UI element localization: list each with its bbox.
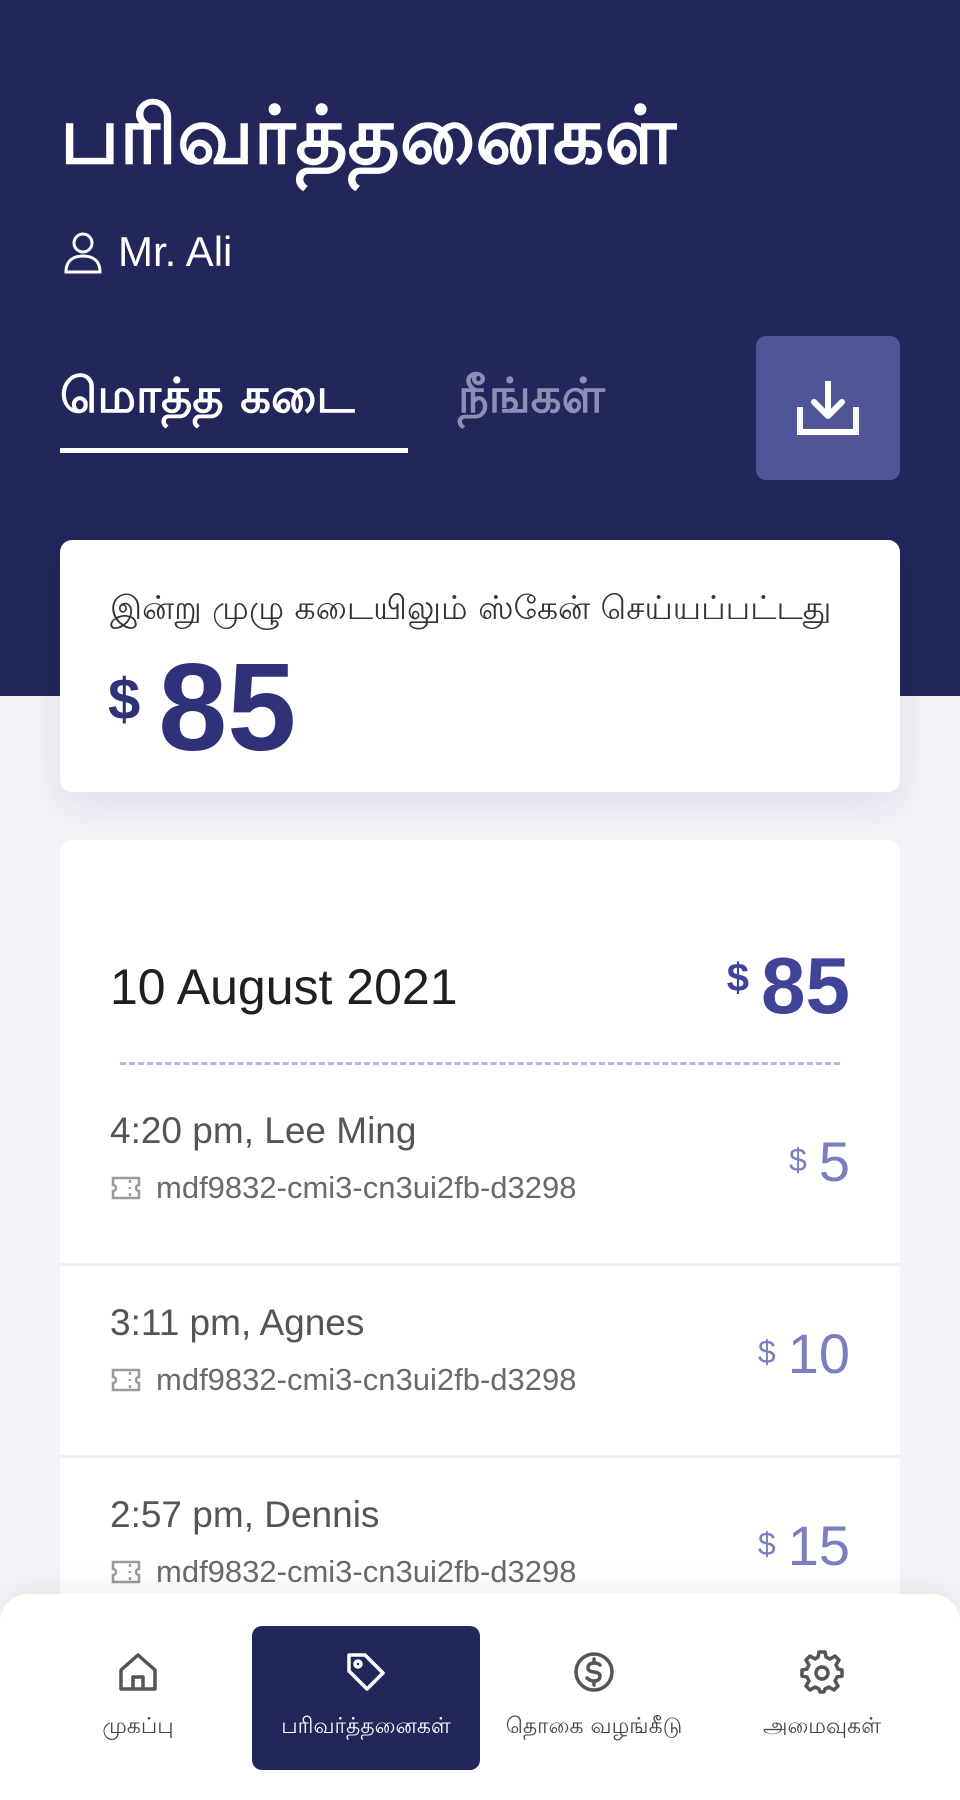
summary-amount: $ 85 (108, 646, 296, 770)
currency-symbol: $ (757, 1526, 776, 1562)
nav-item-home[interactable]: முகப்பு (24, 1626, 252, 1770)
transaction-amount: $ 10 (758, 1326, 850, 1382)
download-button[interactable] (756, 336, 900, 480)
nav-item-transactions[interactable]: பரிவர்த்தனைகள் (252, 1626, 480, 1770)
home-icon (119, 1653, 157, 1691)
transaction-title: 4:20 pm, Lee Ming (110, 1110, 417, 1151)
divider (120, 1062, 840, 1065)
transaction-amount-value: 10 (787, 1322, 850, 1385)
day-total-value: 85 (761, 941, 850, 1030)
nav-item-settings[interactable]: அமைவுகள் (708, 1626, 936, 1770)
transaction-amount-value: 15 (787, 1514, 850, 1577)
download-icon (797, 381, 859, 435)
currency-symbol: $ (108, 667, 141, 732)
transaction-title: 2:57 pm, Dennis (110, 1494, 380, 1535)
transaction-row[interactable]: 4:20 pm, Lee Ming mdf9832-cmi3-cn3ui2fb-… (60, 1074, 900, 1266)
tab-you[interactable]: நீங்கள் (458, 372, 605, 420)
currency-symbol: $ (789, 1142, 807, 1178)
ticket-icon (111, 1176, 141, 1200)
transaction-id-row: mdf9832-cmi3-cn3ui2fb-d3298 (110, 1362, 576, 1398)
bottom-nav: முகப்பு பரிவர்த்தனைகள் தொகை வழங்கீடு அமை… (0, 1594, 960, 1800)
transaction-title: 3:11 pm, Agnes (110, 1302, 365, 1343)
nav-label: அமைவுகள் (763, 1714, 881, 1739)
active-tab-indicator (60, 448, 408, 453)
dollar-circle-icon (574, 1652, 614, 1692)
nav-item-payout[interactable]: தொகை வழங்கீடு (480, 1626, 708, 1770)
user-name: Mr. Ali (118, 228, 233, 275)
page-title: பரிவர்த்தனைகள் (60, 89, 677, 182)
gear-icon (800, 1650, 844, 1694)
nav-label: பரிவர்த்தனைகள் (281, 1714, 451, 1739)
transaction-id: mdf9832-cmi3-cn3ui2fb-d3298 (156, 1554, 577, 1589)
ticket-icon (111, 1560, 141, 1584)
day-date: 10 August 2021 (110, 959, 458, 1015)
tag-icon (347, 1653, 385, 1691)
day-total: $ 85 (727, 946, 850, 1026)
nav-label: முகப்பு (102, 1714, 174, 1739)
transaction-amount: $ 15 (758, 1518, 850, 1574)
transaction-id: mdf9832-cmi3-cn3ui2fb-d3298 (156, 1170, 577, 1205)
transaction-id-row: mdf9832-cmi3-cn3ui2fb-d3298 (110, 1170, 576, 1206)
ticket-icon (111, 1368, 141, 1392)
tab-whole-store[interactable]: மொத்த கடை (60, 372, 355, 420)
user-icon (64, 232, 102, 274)
transaction-id: mdf9832-cmi3-cn3ui2fb-d3298 (156, 1362, 577, 1397)
transaction-amount-value: 5 (818, 1130, 850, 1193)
summary-amount-value: 85 (158, 639, 297, 777)
transaction-row[interactable]: 3:11 pm, Agnes mdf9832-cmi3-cn3ui2fb-d32… (60, 1266, 900, 1458)
nav-label: தொகை வழங்கீடு (505, 1714, 683, 1739)
summary-card: இன்று முழு கடையிலும் ஸ்கேன் செய்யப்பட்டத… (60, 540, 900, 792)
user-row: Mr. Ali (62, 228, 232, 276)
transaction-amount: $ 5 (789, 1134, 850, 1190)
currency-symbol: $ (726, 956, 750, 1000)
transaction-id-row: mdf9832-cmi3-cn3ui2fb-d3298 (110, 1554, 576, 1590)
currency-symbol: $ (757, 1334, 776, 1370)
summary-label: இன்று முழு கடையிலும் ஸ்கேன் செய்யப்பட்டத… (110, 588, 832, 627)
